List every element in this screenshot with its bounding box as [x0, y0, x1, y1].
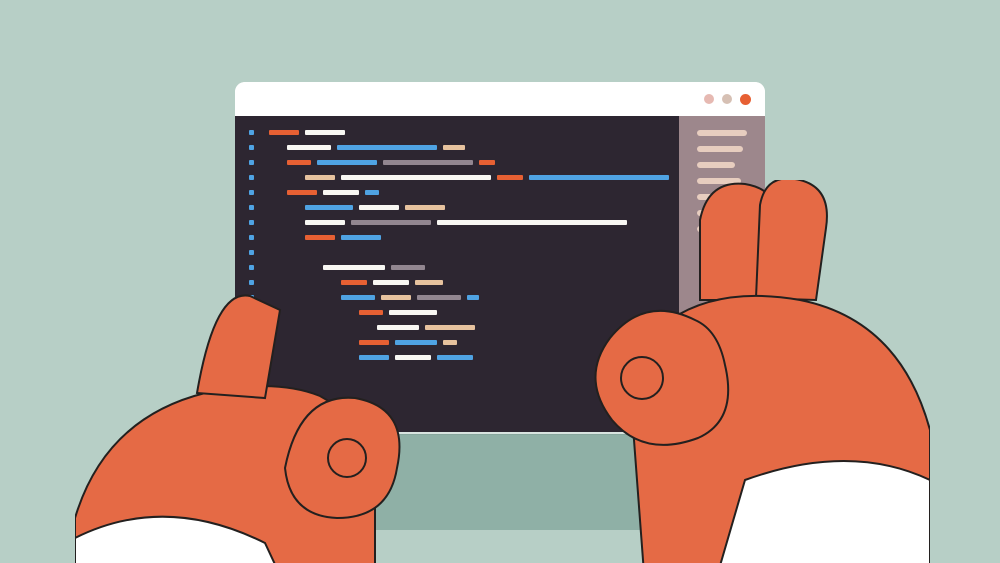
code-token	[305, 220, 345, 225]
code-line	[269, 130, 675, 135]
gutter-mark	[249, 370, 254, 375]
code-token	[269, 130, 299, 135]
code-token	[437, 220, 627, 225]
gutter-mark	[249, 175, 254, 180]
gutter-mark	[249, 355, 254, 360]
code-token	[305, 175, 335, 180]
gutter-mark	[249, 325, 254, 330]
code-line	[305, 205, 675, 210]
gutter-mark	[249, 205, 254, 210]
code-token	[383, 160, 473, 165]
code-line	[269, 250, 675, 255]
gutter-mark	[249, 250, 254, 255]
code-token	[351, 220, 431, 225]
code-token	[359, 205, 399, 210]
code-line	[323, 265, 675, 270]
code-line	[359, 355, 675, 360]
minimap	[679, 116, 765, 432]
code-token	[479, 160, 495, 165]
code-token	[389, 310, 437, 315]
code-token	[381, 295, 411, 300]
code-token	[391, 265, 425, 270]
code-token	[287, 160, 311, 165]
gutter-mark	[249, 265, 254, 270]
code-token	[443, 340, 457, 345]
code-line	[341, 295, 675, 300]
code-token	[529, 175, 669, 180]
line-number-gutter	[235, 116, 269, 432]
minimap-line	[697, 130, 747, 136]
code-area	[269, 116, 679, 432]
code-token	[497, 175, 523, 180]
code-token	[425, 325, 475, 330]
code-line	[287, 190, 675, 195]
code-token	[337, 145, 437, 150]
code-token	[395, 340, 437, 345]
minimap-line	[697, 178, 741, 184]
code-token	[305, 235, 335, 240]
code-token	[417, 295, 461, 300]
code-line	[359, 340, 675, 345]
code-token	[405, 205, 445, 210]
code-token	[359, 310, 383, 315]
window-titlebar	[235, 82, 765, 116]
traffic-light-dot-1[interactable]	[704, 94, 714, 104]
gutter-mark	[249, 130, 254, 135]
code-line	[287, 160, 675, 165]
code-token	[377, 325, 419, 330]
app-window	[235, 82, 765, 434]
code-token	[341, 175, 491, 180]
code-line	[287, 145, 675, 150]
gutter-mark	[249, 145, 254, 150]
traffic-light-dot-3[interactable]	[740, 94, 751, 105]
gutter-mark	[249, 280, 254, 285]
code-token	[287, 190, 317, 195]
code-token	[323, 265, 385, 270]
gutter-mark	[249, 385, 254, 390]
code-token	[395, 355, 431, 360]
minimap-line	[697, 146, 743, 152]
gutter-mark	[249, 295, 254, 300]
code-line	[305, 175, 675, 180]
minimap-line	[697, 226, 717, 232]
code-token	[287, 145, 331, 150]
code-line	[305, 235, 675, 240]
code-token	[341, 280, 367, 285]
code-token	[365, 190, 379, 195]
gutter-mark	[249, 340, 254, 345]
gutter-mark	[249, 190, 254, 195]
gutter-mark	[249, 400, 254, 405]
code-token	[305, 205, 353, 210]
code-editor	[235, 116, 765, 432]
gutter-mark	[249, 235, 254, 240]
code-token	[359, 340, 389, 345]
code-token	[341, 235, 381, 240]
minimap-line	[697, 210, 723, 216]
code-token	[317, 160, 377, 165]
code-line	[341, 280, 675, 285]
minimap-line	[697, 194, 731, 200]
code-token	[373, 280, 409, 285]
traffic-light-dot-2[interactable]	[722, 94, 732, 104]
code-line	[377, 325, 675, 330]
gutter-mark	[249, 160, 254, 165]
window-shadow	[249, 430, 790, 530]
minimap-line	[697, 162, 735, 168]
code-token	[437, 355, 473, 360]
code-token	[467, 295, 479, 300]
gutter-mark	[249, 220, 254, 225]
code-line	[359, 310, 675, 315]
code-token	[341, 295, 375, 300]
code-token	[323, 190, 359, 195]
gutter-mark	[249, 310, 254, 315]
code-token	[443, 145, 465, 150]
window-controls	[704, 94, 751, 105]
gutter-mark	[249, 415, 254, 420]
code-token	[305, 130, 345, 135]
illustration-stage	[0, 0, 1000, 563]
code-token	[359, 355, 389, 360]
code-token	[415, 280, 443, 285]
code-line	[305, 220, 675, 225]
